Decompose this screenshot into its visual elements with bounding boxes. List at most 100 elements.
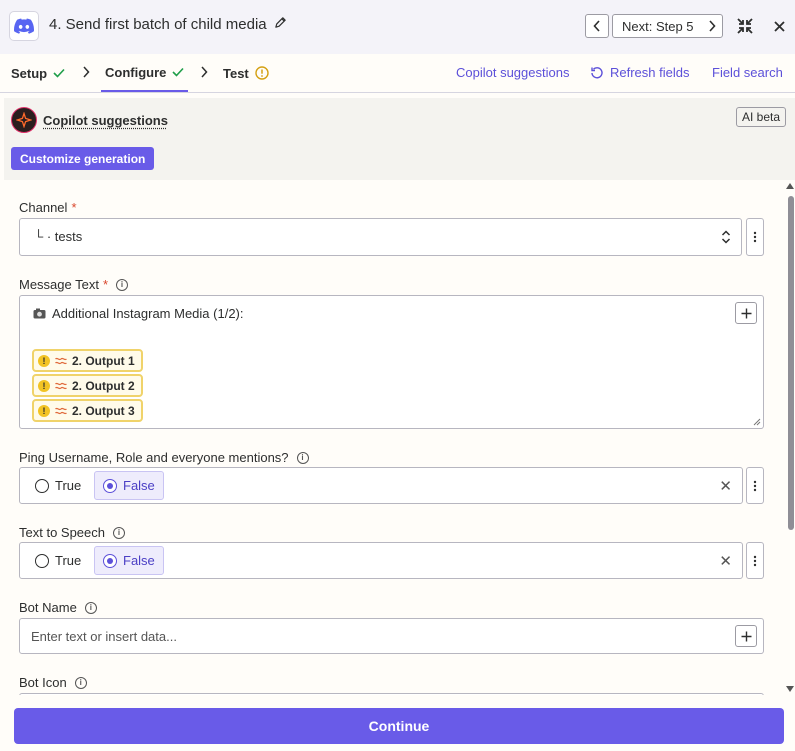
field-search-link[interactable]: Field search — [712, 65, 783, 80]
ping-radio-group: True False ✕ — [19, 467, 743, 504]
copilot-title[interactable]: Copilot suggestions — [43, 113, 168, 128]
more-vertical-icon — [753, 480, 757, 491]
next-step-button[interactable]: Next: Step 5 — [612, 14, 723, 38]
copilot-avatar-icon — [11, 107, 37, 133]
info-icon[interactable]: i — [113, 526, 125, 539]
ping-option-false-label: False — [123, 478, 155, 493]
continue-button[interactable]: Continue — [14, 708, 784, 744]
data-pill-label: 2. Output 2 — [72, 378, 135, 393]
step-title[interactable]: 4. Send first batch of child media — [49, 16, 287, 33]
ping-option-false[interactable]: False — [94, 471, 164, 500]
collapse-icon[interactable] — [734, 15, 756, 37]
tab-test[interactable]: Test — [223, 54, 269, 92]
chevron-right-icon — [83, 66, 90, 78]
refresh-icon — [591, 66, 603, 78]
copilot-suggestions-link-label: Copilot suggestions — [456, 65, 570, 80]
app-wave-icon — [55, 407, 67, 414]
radio-circle — [35, 478, 49, 493]
scrollbar-thumb[interactable] — [788, 196, 794, 530]
more-vertical-icon — [753, 555, 757, 566]
message-first-line: Additional Instagram Media (1/2): — [33, 306, 243, 321]
tts-option-true-label: True — [55, 553, 82, 568]
bot-name-label-text: Bot Name — [19, 600, 77, 615]
more-vertical-icon — [753, 231, 757, 243]
close-icon[interactable] — [770, 15, 788, 37]
data-pill[interactable]: ! 2. Output 2 — [32, 374, 143, 397]
step-tabs: Setup Configure Test Copilot suggestions… — [0, 54, 795, 93]
app-wave-icon — [55, 357, 67, 364]
info-icon[interactable]: i — [84, 601, 97, 614]
ping-option-true[interactable]: True — [27, 471, 89, 500]
radio-circle-selected — [103, 553, 117, 568]
copilot-panel: Copilot suggestions AI beta Customize ge… — [4, 98, 795, 180]
data-pill[interactable]: ! 2. Output 3 — [32, 399, 143, 422]
resize-handle-icon[interactable] — [753, 418, 761, 426]
info-icon[interactable]: i — [296, 451, 309, 464]
data-pill-label: 2. Output 3 — [72, 403, 135, 418]
ping-more-options-button[interactable] — [746, 467, 764, 504]
next-step-label: Next: Step 5 — [622, 18, 694, 34]
warning-icon: ! — [38, 354, 50, 367]
warning-icon: ! — [38, 379, 50, 392]
bot-icon-label: Bot Icon i — [19, 675, 87, 690]
data-pill-label: 2. Output 1 — [72, 353, 135, 368]
clear-icon[interactable]: ✕ — [719, 552, 732, 570]
plus-icon — [741, 631, 751, 641]
tts-option-true[interactable]: True — [27, 546, 89, 575]
tts-option-false-label: False — [123, 553, 155, 568]
ai-beta-badge: AI beta — [736, 107, 787, 127]
radio-circle-selected — [103, 478, 117, 493]
message-text-label-text: Message Text — [19, 277, 99, 292]
radio-circle — [35, 553, 49, 568]
warning-icon: ! — [38, 404, 50, 417]
warning-icon — [255, 66, 269, 80]
previous-step-button[interactable] — [585, 14, 609, 38]
ping-option-true-label: True — [55, 478, 82, 493]
channel-select[interactable]: └ · tests — [19, 218, 742, 256]
tab-setup-label: Setup — [11, 65, 48, 81]
scroll-down-arrow-icon[interactable] — [786, 686, 794, 692]
tts-option-false[interactable]: False — [94, 546, 164, 575]
tab-test-label: Test — [223, 65, 249, 81]
message-first-line-text: Additional Instagram Media (1/2): — [52, 306, 244, 321]
pencil-icon[interactable] — [274, 16, 287, 33]
info-icon[interactable]: i — [74, 676, 87, 689]
tts-label: Text to Speech i — [19, 525, 125, 540]
clear-icon[interactable]: ✕ — [719, 477, 732, 495]
chevron-right-icon — [708, 20, 716, 32]
copilot-suggestions-link[interactable]: Copilot suggestions — [456, 65, 569, 80]
plus-icon — [741, 308, 751, 318]
data-pill[interactable]: ! 2. Output 1 — [32, 349, 143, 372]
channel-more-options-button[interactable] — [746, 218, 764, 256]
tab-configure-label: Configure — [105, 64, 167, 80]
camera-icon — [33, 308, 46, 319]
chevron-up-down-icon — [721, 230, 731, 244]
bot-name-label: Bot Name i — [19, 600, 97, 615]
message-text-label: Message Text * i — [19, 277, 129, 292]
refresh-fields-label: Refresh fields — [610, 65, 690, 80]
ping-label: Ping Username, Role and everyone mention… — [19, 450, 309, 465]
insert-data-button[interactable] — [735, 625, 757, 647]
chevron-left-icon — [593, 20, 600, 32]
bot-name-input[interactable]: Enter text or insert data... — [19, 618, 764, 654]
discord-app-icon — [9, 11, 39, 41]
info-icon[interactable]: i — [116, 278, 129, 291]
tts-radio-group: True False ✕ — [19, 542, 743, 579]
refresh-fields-button[interactable]: Refresh fields — [590, 65, 689, 80]
message-text-editor[interactable]: Additional Instagram Media (1/2): ! 2. O… — [19, 295, 764, 429]
step-title-text: 4. Send first batch of child media — [49, 16, 267, 33]
tab-configure[interactable]: Configure — [101, 54, 189, 92]
chevron-right-icon — [201, 66, 208, 78]
tts-more-options-button[interactable] — [746, 542, 764, 579]
customize-generation-button[interactable]: Customize generation — [11, 147, 155, 170]
app-wave-icon — [55, 382, 67, 389]
insert-data-button[interactable] — [735, 302, 757, 324]
bot-name-placeholder: Enter text or insert data... — [31, 629, 177, 644]
check-icon — [172, 67, 184, 77]
channel-label: Channel * — [19, 200, 77, 215]
field-search-label: Field search — [712, 65, 783, 80]
required-marker: * — [102, 277, 109, 292]
scroll-up-arrow-icon[interactable] — [786, 183, 794, 189]
tab-setup[interactable]: Setup — [11, 54, 65, 92]
channel-label-text: Channel — [19, 200, 68, 215]
